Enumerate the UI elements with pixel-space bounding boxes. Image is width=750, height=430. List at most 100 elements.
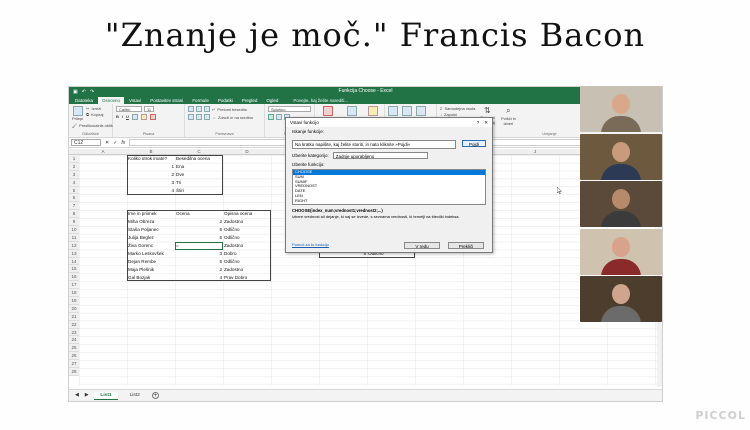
align-middle-icon[interactable]	[196, 106, 202, 112]
fill-color-icon[interactable]	[140, 114, 147, 120]
fx-icon[interactable]: fx	[121, 140, 125, 146]
font-size-select[interactable]: 11	[144, 106, 155, 112]
row-header[interactable]: 5	[69, 186, 79, 195]
participant-head	[612, 189, 630, 209]
participant-video[interactable]	[580, 181, 662, 227]
column-header[interactable]: J	[511, 149, 559, 154]
row-header[interactable]: 10	[69, 226, 79, 234]
participant-video[interactable]	[580, 276, 662, 322]
tab-view[interactable]: Ogled	[262, 97, 282, 104]
bold-button[interactable]: B	[116, 114, 119, 120]
align-bottom-icon[interactable]	[204, 106, 210, 112]
row-header[interactable]: 23	[69, 328, 79, 337]
row-header[interactable]: 15	[69, 265, 79, 274]
align-top-icon[interactable]	[188, 106, 194, 112]
row-header[interactable]: 26	[69, 352, 79, 361]
font-color-icon[interactable]	[149, 114, 156, 120]
cancel-formula-icon[interactable]: ✕	[105, 140, 109, 146]
name-box[interactable]: C12	[71, 139, 101, 146]
confirm-formula-icon[interactable]: ✓	[113, 140, 117, 146]
row-header[interactable]: 21	[69, 312, 79, 321]
sheet-tab-list2[interactable]: List2	[124, 392, 146, 399]
participant-video[interactable]	[580, 86, 662, 132]
function-list-label: Izberite funkcijo:	[292, 162, 325, 167]
help-link[interactable]: Pomoč za to funkcijo	[292, 242, 329, 247]
dialog-close-icon[interactable]: ✕	[484, 120, 488, 126]
row-header[interactable]: 14	[69, 257, 79, 266]
prev-sheet-icon[interactable]: ◀	[75, 393, 79, 398]
number-format-select[interactable]: Splošno	[268, 106, 311, 112]
merge-center-button[interactable]: ⇔ Združi in na sredino	[212, 115, 253, 120]
function-search-input[interactable]: Na kratko napišite, kaj želite storiti, …	[292, 140, 456, 149]
tab-review[interactable]: Pregled	[238, 97, 262, 104]
underline-button[interactable]: U	[126, 114, 129, 120]
column-header[interactable]: D	[223, 149, 271, 154]
function-list[interactable]: CHOOSE SUM SUMIF VREDNOST DATE LEN RIGHT	[292, 169, 486, 205]
tab-page-layout[interactable]: Postavitev strani	[146, 97, 187, 104]
row-header[interactable]: 6	[69, 194, 79, 203]
row-header[interactable]: 2	[69, 162, 79, 171]
cancel-button[interactable]: Prekliči	[448, 242, 484, 249]
help-icon[interactable]: ?	[477, 120, 480, 126]
function-list-item[interactable]: RIGHT	[293, 198, 485, 204]
active-cell[interactable]	[175, 241, 223, 250]
participant-head	[612, 141, 630, 162]
category-select[interactable]: Zadnje uporabljeno	[332, 152, 428, 159]
row-header[interactable]: 3	[69, 170, 79, 179]
add-sheet-icon[interactable]: +	[151, 392, 159, 399]
row-header[interactable]: 4	[69, 178, 79, 187]
row-header[interactable]: 12	[69, 241, 79, 250]
row-header[interactable]: 25	[69, 344, 79, 353]
tell-me-input[interactable]: Povejte, kaj želite narediti...	[289, 97, 352, 104]
participant-video[interactable]	[580, 228, 662, 275]
borders-icon[interactable]	[131, 114, 138, 120]
participant-video[interactable]	[580, 133, 662, 180]
column-header[interactable]: B	[127, 149, 175, 154]
tab-file[interactable]: Datoteka	[71, 97, 97, 104]
copy-button[interactable]: ⧉ Kopiraj	[86, 112, 103, 117]
next-sheet-icon[interactable]: ▶	[85, 393, 89, 398]
tab-data[interactable]: Podatki	[214, 97, 237, 104]
currency-icon[interactable]	[268, 114, 274, 120]
tab-home[interactable]: Osnovno	[98, 97, 125, 104]
row-header[interactable]: 19	[69, 297, 79, 305]
participant-body	[601, 258, 641, 275]
column-header[interactable]: C	[175, 149, 223, 154]
wrap-icon: ↵	[212, 106, 216, 112]
video-participants-strip	[580, 86, 662, 326]
tab-insert[interactable]: Vstavi	[125, 97, 145, 104]
ok-button[interactable]: V redu	[404, 242, 440, 249]
wrap-text-button[interactable]: ↵ Prelomi besedilo	[212, 107, 247, 112]
row-header[interactable]: 13	[69, 249, 79, 258]
cut-button[interactable]: ✂ Izreži	[86, 106, 103, 111]
align-right-icon[interactable]	[204, 114, 210, 120]
format-painter-button[interactable]: 🖌 Preslikovalnik oblik	[72, 123, 113, 128]
row-header[interactable]: 1	[69, 155, 79, 163]
row-header[interactable]: 22	[69, 320, 79, 329]
column-header[interactable]: A	[79, 149, 127, 154]
row-header[interactable]: 9	[69, 218, 79, 227]
align-center-icon[interactable]	[196, 114, 202, 120]
slide-title: "Znanje je moč." Francis Bacon	[104, 16, 646, 54]
italic-button[interactable]: I	[122, 114, 123, 120]
row-header[interactable]: 20	[69, 304, 79, 313]
autosum-button[interactable]: Σ Samodejna vsota	[440, 106, 475, 111]
function-signature: CHOOSE(index_num;vrednost1;vrednost2;...…	[292, 208, 383, 213]
percent-icon[interactable]	[276, 114, 282, 120]
row-header[interactable]: 18	[69, 289, 79, 298]
go-button[interactable]: Pojdi	[461, 140, 486, 147]
align-left-icon[interactable]	[188, 114, 194, 120]
row-header[interactable]: 24	[69, 336, 79, 345]
font-name-select[interactable]: Calibri	[116, 106, 142, 112]
row-header[interactable]: 7	[69, 202, 79, 211]
sheet-tab-list1[interactable]: List1	[94, 391, 118, 400]
paste-button[interactable]: Prilepi	[72, 106, 83, 121]
row-header[interactable]: 27	[69, 360, 79, 369]
tab-formulas[interactable]: Formule	[188, 97, 213, 104]
row-header[interactable]: 17	[69, 281, 79, 290]
row-header[interactable]: 11	[69, 233, 79, 242]
row-header[interactable]: 8	[69, 210, 79, 219]
window-title: Funkcija Choose - Excel	[338, 88, 393, 94]
row-header[interactable]: 28	[69, 368, 79, 376]
row-header[interactable]: 16	[69, 273, 79, 282]
